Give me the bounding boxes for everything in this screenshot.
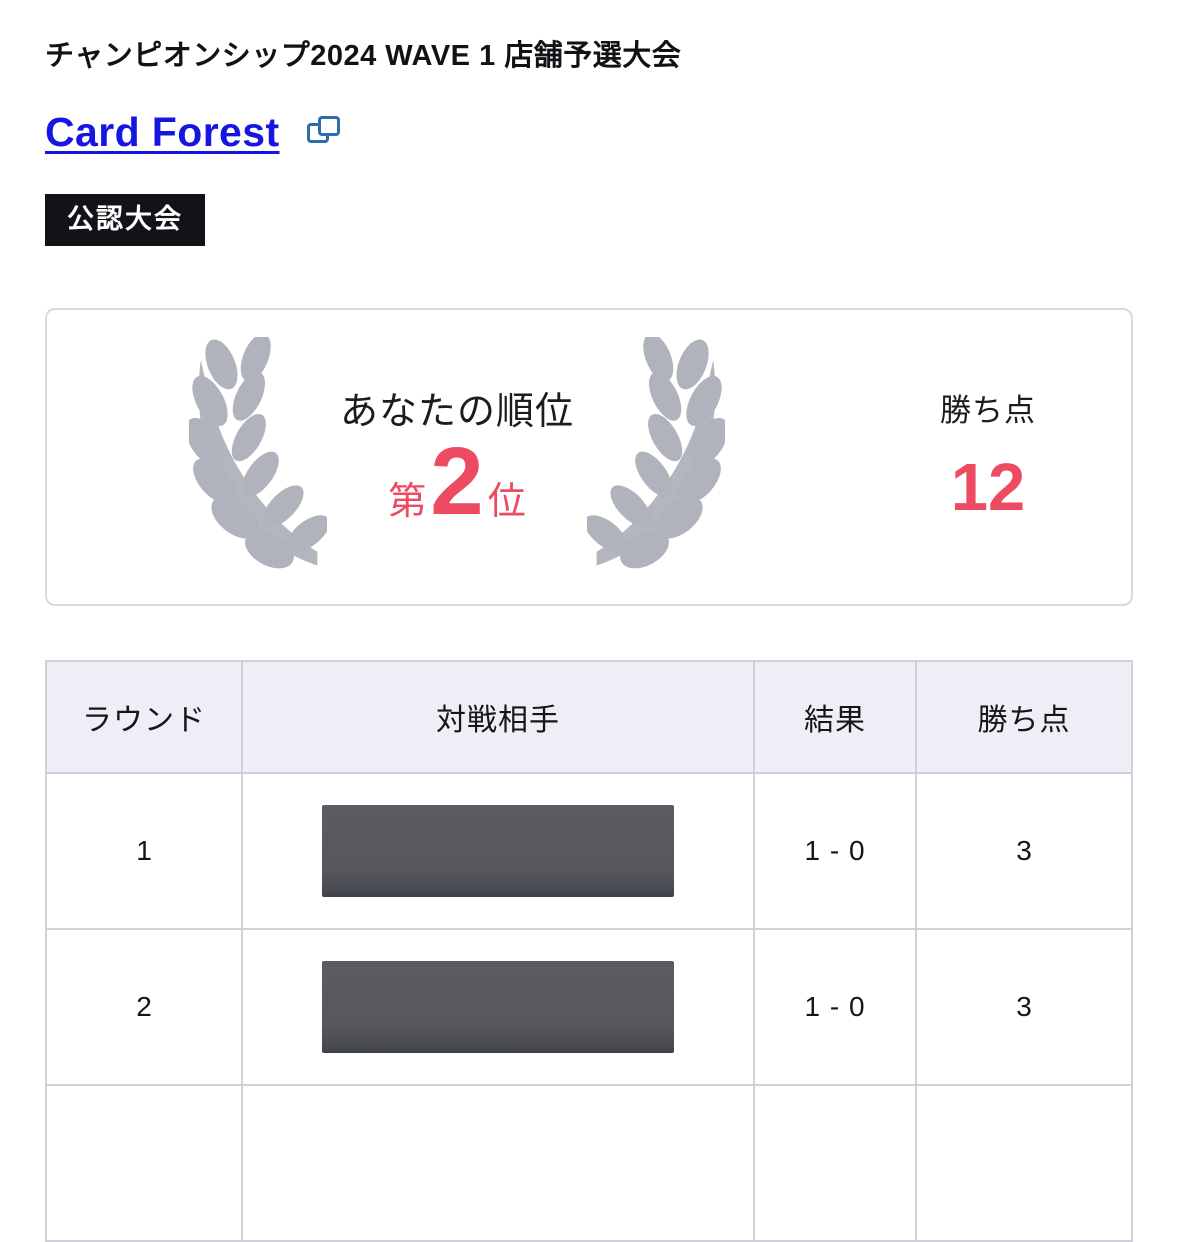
rank-number: 2 [430,428,484,536]
match-points-label: 勝ち点 [940,392,1036,428]
laurel-wreath-icon-right [587,337,725,569]
event-title: チャンピオンシップ2024 WAVE 1 店舗予選大会 [45,40,682,72]
shop-name-link[interactable]: Card Forest [45,111,280,153]
badge-row: 公認大会 [45,194,1133,247]
rank-value: 第 2 位 [323,428,591,536]
rank-summary-card: あなたの順位 第 2 位 勝ち点 12 [45,308,1133,607]
column-header-round: ラウンド [45,660,243,775]
table-header-row: ラウンド 対戦相手 結果 勝ち点 [45,660,1133,775]
shop-row: Card Forest [45,110,1133,154]
cell-result: 1 - 0 [753,772,917,931]
table-row: 2 1 - 0 3 [45,928,1133,1087]
cell-points [915,1084,1133,1242]
rank-block: あなたの順位 第 2 位 [47,337,857,577]
laurel-wreath-icon-left [189,337,327,569]
table-row: 1 1 - 0 3 [45,772,1133,931]
cell-points: 3 [915,928,1133,1087]
table-row [45,1084,1133,1242]
tournament-result-page: チャンピオンシップ2024 WAVE 1 店舗予選大会 Card Forest … [0,0,1178,1242]
copy-icon[interactable] [302,110,346,154]
cell-opponent [241,928,755,1087]
cell-round [45,1084,243,1242]
cell-opponent [241,1084,755,1242]
rank-label: あなたの順位 [339,390,574,433]
match-points-value: 12 [950,449,1026,525]
match-results-table: ラウンド 対戦相手 結果 勝ち点 1 1 - 0 3 2 1 - 0 3 [45,660,1133,1242]
cell-result [753,1084,917,1242]
cell-round: 2 [45,928,243,1087]
column-header-opponent: 対戦相手 [241,660,755,775]
cell-points: 3 [915,772,1133,931]
cell-round: 1 [45,772,243,931]
official-tournament-badge: 公認大会 [45,194,205,247]
rank-suffix: 位 [487,481,526,524]
rank-text: あなたの順位 第 2 位 [323,390,591,536]
rank-prefix: 第 [388,481,427,524]
redacted-opponent-name [322,805,674,898]
cell-result: 1 - 0 [753,928,917,1087]
redacted-opponent-name [322,961,674,1054]
column-header-result: 結果 [753,660,917,775]
column-header-points: 勝ち点 [915,660,1133,775]
match-points-block: 勝ち点 12 [857,392,1131,525]
cell-opponent [241,772,755,931]
